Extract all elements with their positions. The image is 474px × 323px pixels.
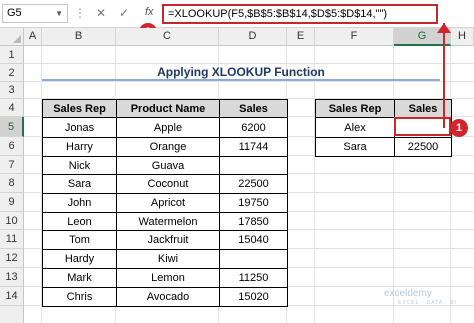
cell-sales-rep[interactable]: Harry <box>42 137 117 157</box>
cell-product[interactable]: Orange <box>116 137 220 157</box>
row-header-2[interactable]: 2 <box>0 64 24 82</box>
lookup-cell-sales-rep[interactable]: Sara <box>315 137 395 157</box>
cell-product[interactable]: Guava <box>116 156 220 175</box>
cell-sales[interactable]: 22500 <box>219 174 288 194</box>
cell-product[interactable]: Apricot <box>116 193 220 213</box>
chevron-down-icon[interactable]: ▼ <box>55 5 63 22</box>
fx-icon[interactable]: fx <box>145 6 154 18</box>
cell-product[interactable]: Coconut <box>116 174 220 194</box>
gridline <box>450 46 451 323</box>
row-header-7[interactable]: 7 <box>0 156 24 174</box>
lookup-cell-sales-rep[interactable]: Alex <box>315 117 395 138</box>
row-header-8[interactable]: 8 <box>0 174 24 193</box>
cell-sales[interactable]: 11744 <box>219 137 288 157</box>
column-header-a[interactable]: A <box>24 28 42 46</box>
annotation-arrow-head <box>437 23 451 33</box>
cell-sales[interactable]: 15040 <box>219 230 288 250</box>
row-header-14[interactable]: 14 <box>0 287 24 306</box>
cell-sales-rep[interactable]: Mark <box>42 268 117 288</box>
row-header-6[interactable]: 6 <box>0 137 24 156</box>
select-all-corner[interactable] <box>0 28 24 46</box>
gridline <box>393 46 394 323</box>
cell-sales-rep[interactable]: Nick <box>42 156 117 175</box>
sheet-title: Applying XLOOKUP Function <box>42 63 440 81</box>
enter-icon[interactable]: ✓ <box>119 6 129 20</box>
cell-sales[interactable]: 6200 <box>219 117 288 138</box>
lookup-header-sales-rep[interactable]: Sales Rep <box>315 99 395 118</box>
column-header-c[interactable]: C <box>116 28 219 46</box>
cell-sales[interactable]: 19750 <box>219 193 288 213</box>
cell-sales-rep[interactable]: Jonas <box>42 117 117 138</box>
row-header-12[interactable]: 12 <box>0 249 24 268</box>
row-header-10[interactable]: 10 <box>0 212 24 230</box>
cell-sales-rep[interactable]: Chris <box>42 287 117 307</box>
gridline <box>314 46 315 323</box>
cell-sales[interactable]: 15020 <box>219 287 288 307</box>
formula-bar: G5 ▼ ⋮ ✕ ✓ fx =XLOOKUP(F5,$B$5:$B$14,$D$… <box>0 0 474 28</box>
row-header-3[interactable]: 3 <box>0 82 24 99</box>
cell-sales-rep[interactable]: John <box>42 193 117 213</box>
cell-sales[interactable] <box>219 156 288 175</box>
cell-sales-rep[interactable]: Hardy <box>42 249 117 269</box>
cell-product[interactable]: Jackfruit <box>116 230 220 250</box>
column-header-d[interactable]: D <box>219 28 287 46</box>
watermark-tagline: EXCEL · DATA · BI <box>398 300 458 306</box>
row-header-1[interactable]: 1 <box>0 46 24 64</box>
cell-sales[interactable]: 17850 <box>219 212 288 231</box>
more-options-icon: ⋮ <box>74 6 86 20</box>
cell-sales[interactable] <box>219 249 288 269</box>
marker-1: 1 <box>450 119 468 137</box>
cell-product[interactable]: Lemon <box>116 268 220 288</box>
cell-sales-rep[interactable]: Leon <box>42 212 117 231</box>
cell-product[interactable]: Avocado <box>116 287 220 307</box>
annotation-connector <box>443 123 445 128</box>
column-header-h[interactable]: H <box>451 28 474 46</box>
row-header-9[interactable]: 9 <box>0 193 24 212</box>
cell-sales-rep[interactable]: Tom <box>42 230 117 250</box>
lookup-cell-sales[interactable]: 22500 <box>394 137 452 157</box>
formula-input[interactable]: =XLOOKUP(F5,$B$5:$B$14,$D$5:$D$14,"") <box>162 4 438 24</box>
gridline <box>24 81 474 82</box>
annotation-arrow-line <box>443 23 445 123</box>
cell-sales-rep[interactable]: Sara <box>42 174 117 194</box>
column-header-e[interactable]: E <box>287 28 315 46</box>
cancel-icon[interactable]: ✕ <box>96 6 106 20</box>
watermark-logo: exceldemy <box>384 288 432 299</box>
row-header-4[interactable]: 4 <box>0 99 24 117</box>
cell-product[interactable]: Kiwi <box>116 249 220 269</box>
column-header-b[interactable]: B <box>42 28 116 46</box>
header-sales-rep[interactable]: Sales Rep <box>42 99 117 118</box>
cell-product[interactable]: Apple <box>116 117 220 138</box>
row-header-5[interactable]: 5 <box>0 117 24 137</box>
cell-product[interactable]: Watermelon <box>116 212 220 231</box>
row-header-11[interactable]: 11 <box>0 230 24 249</box>
name-box[interactable]: G5 ▼ <box>2 4 68 23</box>
header-product-name[interactable]: Product Name <box>116 99 220 118</box>
header-sales[interactable]: Sales <box>219 99 288 118</box>
column-header-f[interactable]: F <box>315 28 394 46</box>
row-header-13[interactable]: 13 <box>0 268 24 287</box>
cell-sales[interactable]: 11250 <box>219 268 288 288</box>
row-header-15[interactable] <box>0 306 24 323</box>
name-box-value: G5 <box>7 7 22 19</box>
